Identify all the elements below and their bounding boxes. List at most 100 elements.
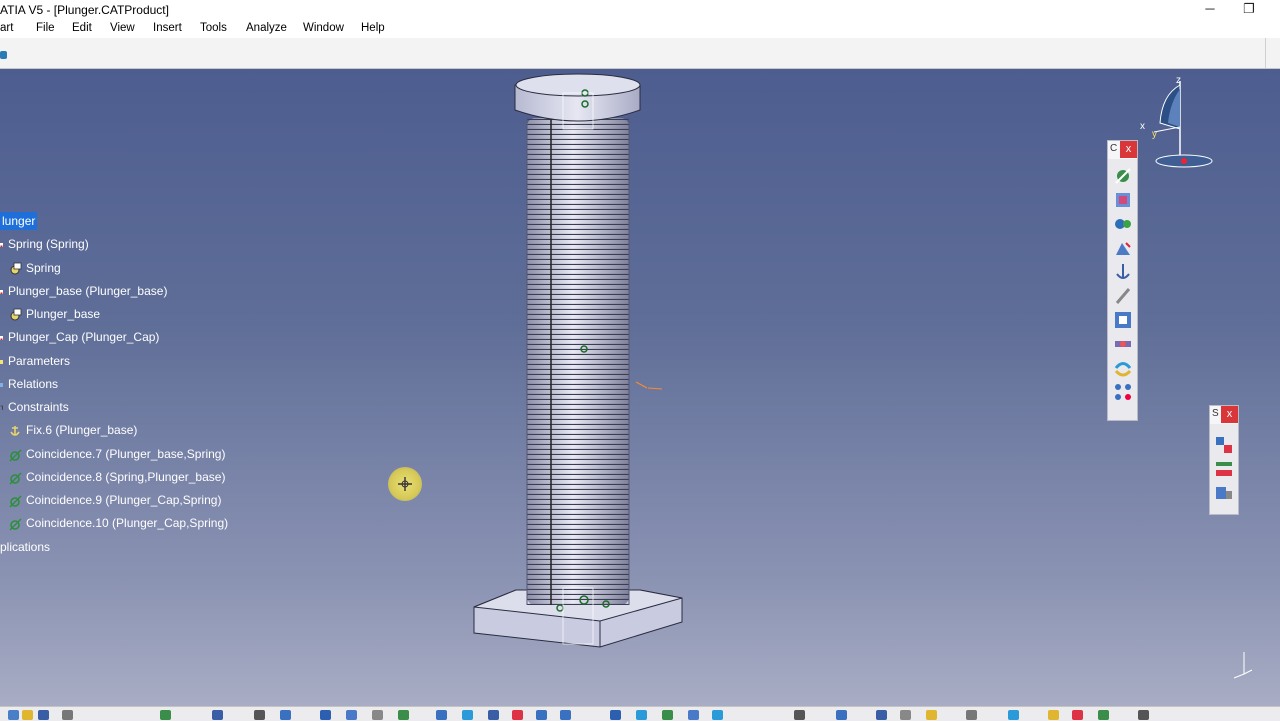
product-icon	[0, 242, 3, 247]
explode-view-icon[interactable]	[876, 710, 887, 720]
open-icon[interactable]	[22, 710, 33, 720]
relations-icon	[0, 382, 3, 387]
zoom-out-icon[interactable]	[560, 710, 571, 720]
contact-constraint-icon[interactable]	[1112, 189, 1134, 211]
toolbar-scroll-handle[interactable]	[1265, 38, 1280, 68]
view-front-icon[interactable]	[636, 710, 647, 720]
menu-view[interactable]: View	[110, 22, 135, 34]
menu-insert[interactable]: Insert	[153, 22, 182, 34]
restore-button[interactable]: ❐	[1232, 0, 1266, 20]
compass-x-label: x	[1140, 121, 1145, 132]
zoom-in-icon[interactable]	[536, 710, 547, 720]
save-icon[interactable]	[38, 710, 49, 720]
rotate-icon[interactable]	[462, 710, 473, 720]
3d-viewport[interactable]: lunger Spring (Spring) Spring Plunger_ba…	[0, 69, 1280, 706]
print-icon[interactable]	[62, 710, 73, 720]
annotation-icon[interactable]	[926, 710, 937, 720]
tree-item-applications[interactable]: plications	[0, 538, 50, 556]
top-toolbar	[0, 38, 1280, 69]
settings-icon[interactable]	[1048, 710, 1059, 720]
tree-item-constraints[interactable]: Constraints	[0, 398, 69, 416]
menu-edit[interactable]: Edit	[72, 22, 92, 34]
tree-root-product[interactable]: lunger	[0, 212, 38, 230]
tree-item-coincidence-8[interactable]: Coincidence.8 (Spring,Plunger_base)	[0, 468, 225, 486]
offset-constraint-icon[interactable]	[1112, 213, 1134, 235]
update-icon[interactable]	[836, 710, 847, 720]
tree-item-plunger-base-product[interactable]: Plunger_base (Plunger_base)	[0, 282, 167, 300]
menu-tools[interactable]: Tools	[200, 22, 227, 34]
tree-item-label: Fix.6 (Plunger_base)	[26, 423, 138, 437]
spring-part[interactable]	[526, 118, 630, 605]
tree-item-label: Coincidence.7 (Plunger_base,Spring)	[26, 447, 226, 461]
pan-icon[interactable]	[436, 710, 447, 720]
shading-icon[interactable]	[662, 710, 673, 720]
snap-icon[interactable]	[1213, 458, 1235, 480]
part-gear-icon	[10, 262, 22, 275]
tree-item-plunger-base-part[interactable]: Plunger_base	[0, 305, 100, 323]
view-iso-icon[interactable]	[610, 710, 621, 720]
tree-item-parameters[interactable]: Parameters	[0, 352, 70, 370]
analysis-icon[interactable]	[372, 710, 383, 720]
part-gear-icon	[10, 308, 22, 321]
fly-mode-icon[interactable]	[280, 710, 291, 720]
change-constraint-icon[interactable]	[1112, 357, 1134, 379]
coincidence-icon	[9, 518, 22, 531]
distance-icon[interactable]	[1008, 710, 1019, 720]
undo-icon[interactable]	[160, 710, 171, 720]
bom-icon[interactable]	[1098, 710, 1109, 720]
toolbar-header-label: C	[1110, 143, 1118, 154]
grid-icon[interactable]	[1138, 710, 1149, 720]
plunger-cap-part[interactable]	[514, 73, 641, 122]
tree-item-plunger-cap-product[interactable]: Plunger_Cap (Plunger_Cap)	[0, 328, 159, 346]
swap-space-icon[interactable]	[712, 710, 723, 720]
camera-icon[interactable]	[794, 710, 805, 720]
hide-show-icon[interactable]	[688, 710, 699, 720]
fix-component-icon[interactable]	[1112, 261, 1134, 283]
measure-icon[interactable]	[346, 710, 357, 720]
3d-compass[interactable]: x y z	[1140, 75, 1220, 175]
material-icon[interactable]	[1072, 710, 1083, 720]
plunger-model[interactable]	[0, 69, 1280, 706]
fit-all-icon[interactable]	[512, 710, 523, 720]
tree-item-label: Spring	[26, 261, 61, 275]
tree-item-relations[interactable]: Relations	[0, 375, 58, 393]
tree-item-label: plications	[0, 540, 51, 554]
catalog-icon[interactable]	[320, 710, 331, 720]
section-icon[interactable]	[900, 710, 911, 720]
angle-constraint-icon[interactable]	[1112, 237, 1134, 259]
menu-start[interactable]: art	[0, 22, 13, 34]
formula-icon[interactable]	[254, 710, 265, 720]
menu-analyze[interactable]: Analyze	[246, 22, 287, 34]
clash-icon[interactable]	[966, 710, 977, 720]
zoom-icon[interactable]	[488, 710, 499, 720]
flexible-subassembly-icon[interactable]	[1112, 333, 1134, 355]
tree-item-fix-6[interactable]: Fix.6 (Plunger_base)	[0, 421, 137, 439]
explode-icon[interactable]	[1213, 482, 1235, 504]
constraints-toolbar: Cx	[1107, 140, 1138, 421]
reuse-pattern-icon[interactable]	[1112, 381, 1134, 403]
menu-bar: art File Edit View Insert Tools Analyze …	[0, 20, 1280, 38]
close-icon[interactable]: x	[1120, 141, 1137, 158]
tree-item-coincidence-9[interactable]: Coincidence.9 (Plunger_Cap,Spring)	[0, 491, 221, 509]
tree-item-label: Parameters	[8, 354, 71, 368]
anchor-icon	[10, 425, 20, 436]
assembly-icon[interactable]	[398, 710, 409, 720]
toolbar-grip-icon[interactable]	[0, 51, 7, 59]
tree-item-coincidence-7[interactable]: Coincidence.7 (Plunger_base,Spring)	[0, 445, 225, 463]
menu-help[interactable]: Help	[361, 22, 385, 34]
tree-item-label: Plunger_Cap (Plunger_Cap)	[8, 330, 160, 344]
quick-constraint-icon[interactable]	[1112, 309, 1134, 331]
redo-icon[interactable]	[212, 710, 223, 720]
tree-item-coincidence-10[interactable]: Coincidence.10 (Plunger_Cap,Spring)	[0, 514, 228, 532]
mini-axis-icon	[1233, 652, 1253, 679]
menu-file[interactable]: File	[36, 22, 55, 34]
minimize-button[interactable]: ─	[1193, 0, 1227, 20]
menu-window[interactable]: Window	[303, 22, 344, 34]
new-icon[interactable]	[8, 710, 19, 720]
tree-item-spring-part[interactable]: Spring	[0, 259, 61, 277]
fix-together-icon[interactable]	[1112, 285, 1134, 307]
manipulation-icon[interactable]	[1213, 434, 1235, 456]
coincidence-constraint-icon[interactable]	[1112, 165, 1134, 187]
close-icon[interactable]: x	[1221, 406, 1238, 423]
tree-item-spring-product[interactable]: Spring (Spring)	[0, 235, 89, 253]
